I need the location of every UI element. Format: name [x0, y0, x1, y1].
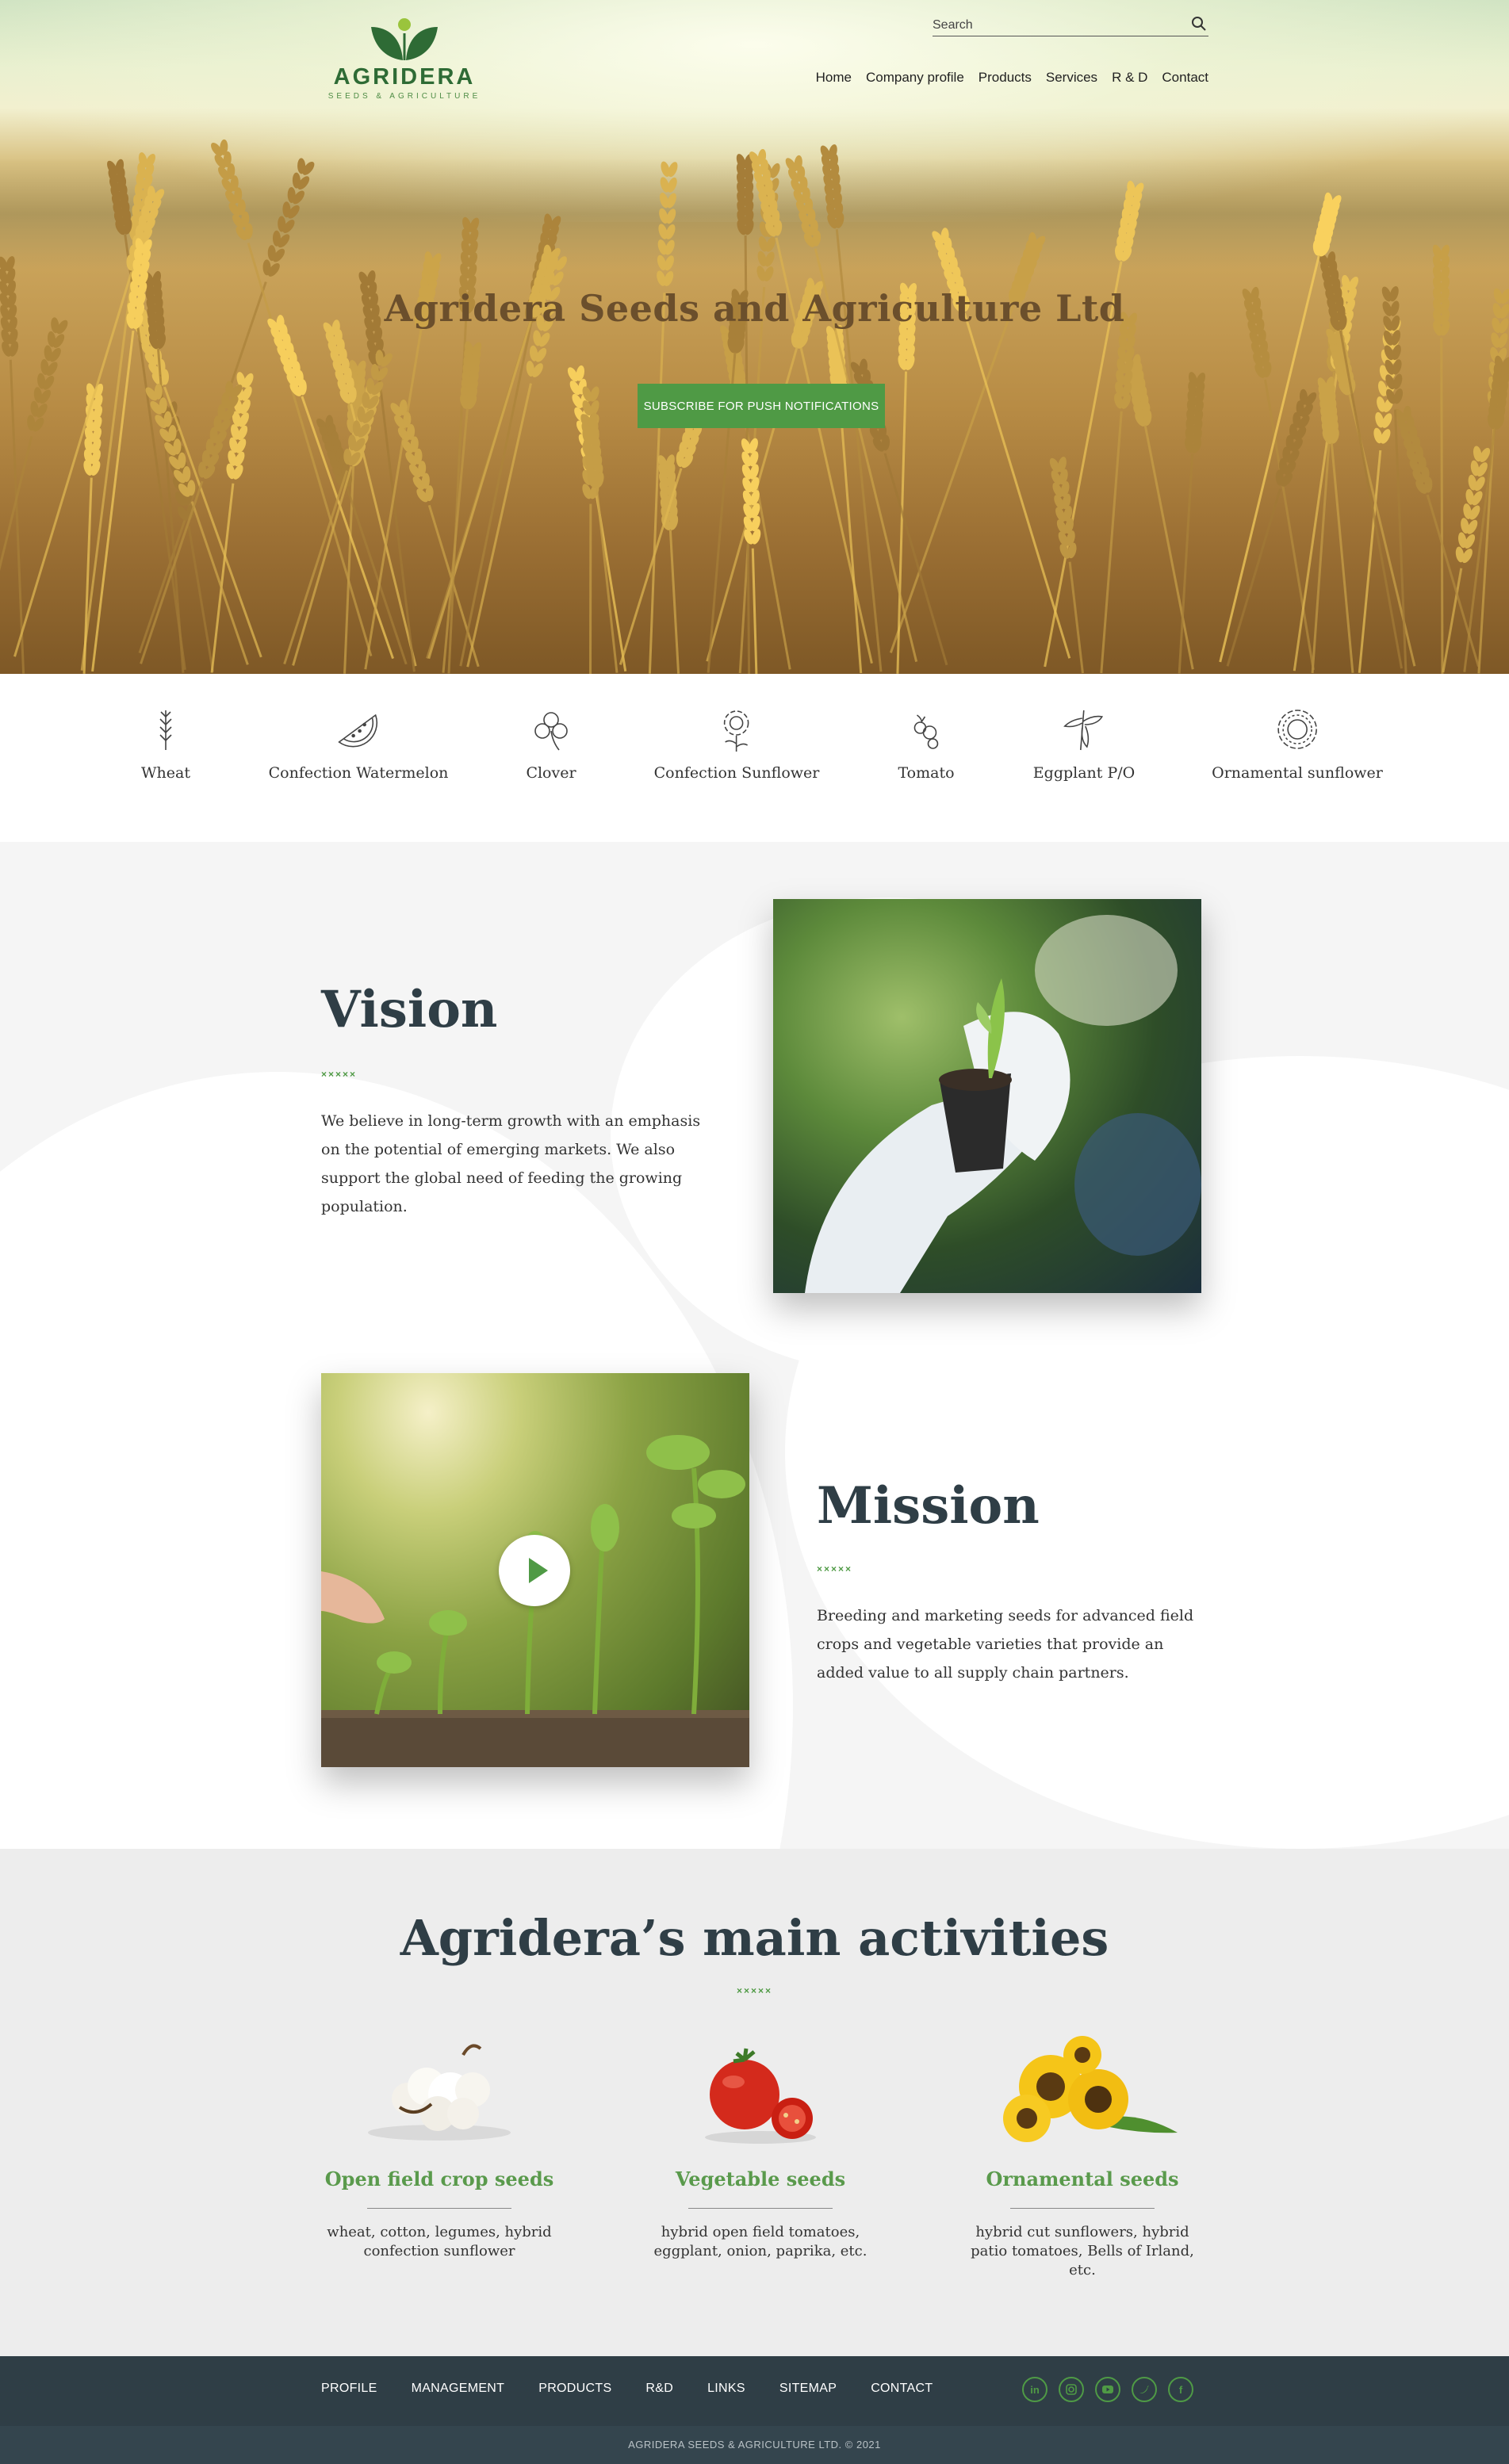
nav-company-profile[interactable]: Company profile — [866, 70, 964, 86]
category-label: Eggplant P/O — [1032, 764, 1136, 782]
footer-nav: PROFILE MANAGEMENT PRODUCTS R&D LINKS SI… — [321, 2382, 933, 2396]
category-clover[interactable]: Clover — [526, 704, 576, 782]
activity-title: Vegetable seeds — [675, 2167, 846, 2190]
category-watermelon[interactable]: Confection Watermelon — [268, 704, 449, 782]
activity-text: wheat, cotton, legumes, hybrid confectio… — [327, 2224, 552, 2259]
activity-card-vegetable[interactable]: Vegetable seeds hybrid open field tomato… — [634, 2031, 887, 2261]
wheat-ear — [1326, 326, 1416, 667]
wheat-ear — [1178, 372, 1206, 674]
search-box — [933, 13, 1208, 36]
footer: PROFILE MANAGEMENT PRODUCTS R&D LINKS SI… — [0, 2356, 1509, 2464]
category-sunflower[interactable]: Confection Sunflower — [653, 704, 820, 782]
vision-mission-section — [0, 842, 1509, 1849]
instagram-icon[interactable] — [1059, 2377, 1084, 2402]
eggplant-icon — [1063, 710, 1104, 751]
vision-photo — [773, 899, 1201, 1293]
subscribe-button[interactable]: SUBSCRIBE FOR PUSH NOTIFICATIONS — [638, 384, 885, 428]
footer-link-sitemap[interactable]: SITEMAP — [779, 2382, 837, 2396]
wheat-ear — [1226, 388, 1317, 667]
vision-title: Vision — [321, 980, 498, 1039]
lab-seedling-image — [805, 915, 1201, 1293]
facebook-icon[interactable]: f — [1168, 2377, 1193, 2402]
activity-title: Ornamental seeds — [986, 2167, 1179, 2190]
wheat-ear — [127, 299, 262, 658]
activities-section: Agridera’s main activities ××××× Open fi… — [0, 1849, 1509, 2356]
copyright-bar: AGRIDERA SEEDS & AGRICULTURE LTD. © 2021 — [0, 2426, 1509, 2464]
hero-title: Agridera Seeds and Agriculture Ltd — [384, 287, 1125, 330]
footer-link-products[interactable]: PRODUCTS — [538, 2382, 611, 2396]
search-icon[interactable] — [1191, 16, 1207, 32]
wheat-ear — [657, 454, 680, 674]
mission-video[interactable] — [321, 1373, 749, 1767]
hero-banner: AGRIDERA SEEDS & AGRICULTURE Home Compan… — [0, 0, 1509, 674]
category-tomato[interactable]: Tomato — [898, 704, 955, 782]
nav-services[interactable]: Services — [1046, 70, 1097, 86]
tomato-icon — [913, 714, 938, 749]
linkedin-icon[interactable]: in — [1022, 2377, 1047, 2402]
wheat-ear — [1049, 457, 1084, 674]
activity-text: hybrid cut sunflowers, hybrid patio toma… — [971, 2224, 1194, 2278]
divider — [1010, 2208, 1155, 2209]
youtube-icon[interactable] — [1095, 2377, 1120, 2402]
activities-title: Agridera’s main activities — [400, 1909, 1109, 1967]
category-label: Wheat — [141, 764, 190, 782]
wheat-ear — [1044, 180, 1144, 668]
activity-text: hybrid open field tomatoes, eggplant, on… — [653, 2224, 867, 2259]
ornamental-sunflower-icon — [1277, 710, 1317, 749]
category-label: Ornamental sunflower — [1212, 764, 1383, 782]
copyright-text: AGRIDERA SEEDS & AGRICULTURE LTD. © 2021 — [628, 2439, 881, 2451]
category-label: Tomato — [898, 764, 955, 782]
mission-divider: ××××× — [817, 1563, 853, 1574]
social-links: in f — [1022, 2377, 1193, 2402]
category-wheat[interactable]: Wheat — [140, 704, 191, 782]
mission-title: Mission — [817, 1476, 1040, 1536]
nav-contact[interactable]: Contact — [1162, 70, 1208, 86]
activity-card-ornamental[interactable]: Ornamental seeds hybrid cut sunflowers, … — [956, 2031, 1209, 2280]
wheat-field-image — [0, 139, 1509, 674]
search-input[interactable] — [933, 14, 1170, 36]
vision-text: We believe in long-term growth with an e… — [321, 1112, 701, 1215]
category-ornamental-sunflower[interactable]: Ornamental sunflower — [1212, 704, 1383, 782]
wheat-ear — [1293, 274, 1359, 671]
watermelon-icon — [338, 714, 378, 748]
mission-text: Breeding and marketing seeds for advance… — [817, 1607, 1194, 1682]
activities-divider: ××××× — [736, 1985, 773, 1996]
footer-link-links[interactable]: LINKS — [707, 2382, 745, 2396]
footer-link-contact[interactable]: CONTACT — [871, 2382, 933, 2396]
category-strip: Wheat Confection Watermelon Clover Confe… — [0, 674, 1509, 842]
brand-name: AGRIDERA — [333, 64, 476, 90]
category-label: Confection Watermelon — [268, 764, 449, 782]
nav-rnd[interactable]: R & D — [1112, 70, 1147, 86]
category-label: Confection Sunflower — [653, 764, 820, 782]
activity-title: Open field crop seeds — [324, 2167, 554, 2190]
twitter-icon[interactable] — [1132, 2377, 1157, 2402]
cotton-image — [368, 2044, 511, 2141]
wheat-ear — [1100, 312, 1137, 674]
divider — [367, 2208, 511, 2209]
main-nav: Home Company profile Products Services R… — [816, 70, 1208, 86]
logo[interactable]: AGRIDERA SEEDS & AGRICULTURE — [325, 17, 484, 111]
footer-link-rnd[interactable]: R&D — [645, 2382, 673, 2396]
category-eggplant[interactable]: Eggplant P/O — [1033, 704, 1135, 782]
nav-products[interactable]: Products — [979, 70, 1032, 86]
brand-tagline: SEEDS & AGRICULTURE — [327, 92, 481, 101]
wheat-ear — [741, 438, 761, 674]
vision-divider: ××××× — [321, 1069, 358, 1080]
nav-home[interactable]: Home — [816, 70, 852, 86]
divider — [688, 2208, 833, 2209]
category-label: Clover — [526, 764, 576, 782]
play-button[interactable] — [499, 1535, 570, 1606]
footer-link-management[interactable]: MANAGEMENT — [412, 2382, 505, 2396]
leaf-logo-icon — [371, 18, 438, 60]
tomato-image — [705, 2048, 816, 2144]
activity-card-open-field[interactable]: Open field crop seeds wheat, cotton, leg… — [312, 2031, 566, 2261]
wheat-icon — [159, 710, 172, 750]
sunflower-image — [1003, 2036, 1178, 2142]
sunflower-icon — [724, 710, 749, 752]
clover-icon — [534, 712, 568, 751]
footer-link-profile[interactable]: PROFILE — [321, 2382, 377, 2396]
